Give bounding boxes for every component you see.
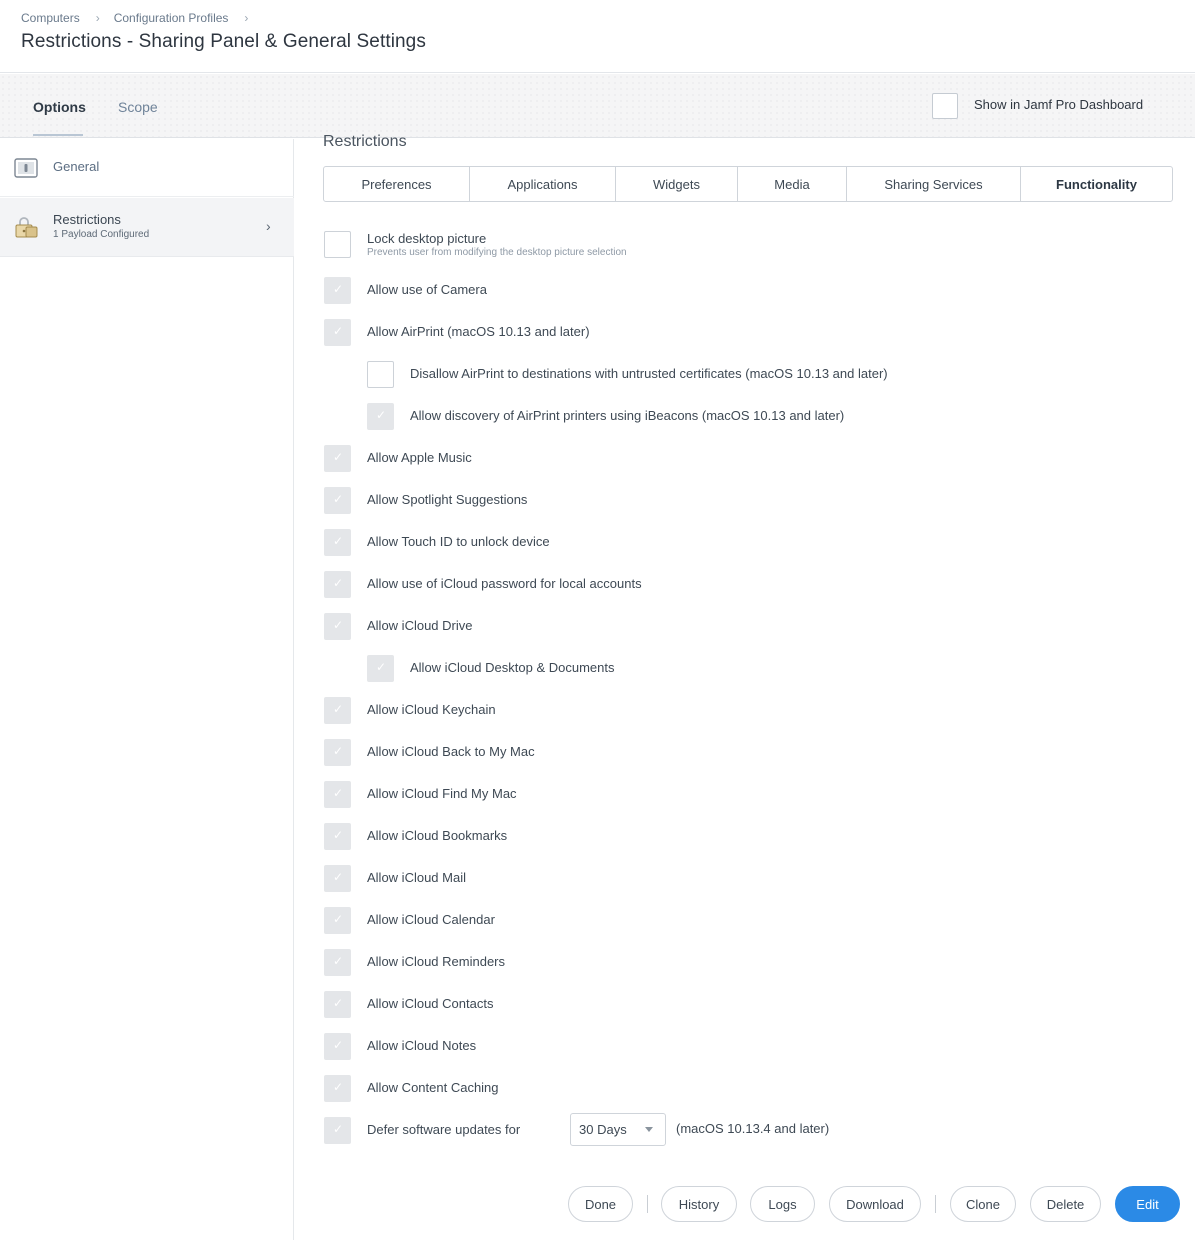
option-label: Lock desktop picture xyxy=(367,231,487,246)
sidebar-item-label: Restrictions xyxy=(53,212,121,227)
breadcrumb-separator-icon: › xyxy=(95,11,100,25)
subtab-functionality[interactable]: Functionality xyxy=(1021,167,1172,201)
checkbox[interactable] xyxy=(324,907,351,934)
checkbox[interactable] xyxy=(324,319,351,346)
logs-button[interactable]: Logs xyxy=(750,1186,815,1222)
checkbox[interactable] xyxy=(324,529,351,556)
breadcrumb-separator-icon: › xyxy=(244,11,249,25)
general-settings-icon xyxy=(14,158,38,178)
option-label: Allow Touch ID to unlock device xyxy=(367,534,550,549)
option-note: (macOS 10.13.4 and later) xyxy=(676,1121,830,1136)
option-label: Allow use of iCloud password for local a… xyxy=(367,576,642,591)
checkbox[interactable] xyxy=(324,991,351,1018)
sidebar: General Restrictions 1 Payload Configure… xyxy=(0,139,294,1240)
tab-options[interactable]: Options xyxy=(33,99,86,115)
option-label: Allow iCloud Calendar xyxy=(367,912,495,927)
caret-down-icon xyxy=(645,1127,653,1132)
checkbox[interactable] xyxy=(324,571,351,598)
checkbox[interactable] xyxy=(324,781,351,808)
checkbox[interactable] xyxy=(324,823,351,850)
option-label: Allow use of Camera xyxy=(367,282,487,297)
main-content: Restrictions Preferences Applications Wi… xyxy=(295,133,1195,1179)
checkbox[interactable] xyxy=(324,1033,351,1060)
option-label: Allow iCloud Reminders xyxy=(367,954,505,969)
active-tab-indicator xyxy=(33,134,83,136)
checkbox[interactable] xyxy=(367,361,394,388)
option-label: Allow AirPrint (macOS 10.13 and later) xyxy=(367,324,590,339)
select-value: 30 Days xyxy=(579,1122,627,1137)
option-label: Disallow AirPrint to destinations with u… xyxy=(410,366,888,381)
option-label: Defer software updates for xyxy=(367,1122,521,1137)
option-label: Allow Apple Music xyxy=(367,450,472,465)
checkbox[interactable] xyxy=(367,403,394,430)
clone-button[interactable]: Clone xyxy=(950,1186,1016,1222)
subtab-media[interactable]: Media xyxy=(738,167,847,201)
checkbox[interactable] xyxy=(324,949,351,976)
restriction-subtabs: Preferences Applications Widgets Media S… xyxy=(323,166,1173,202)
tab-scope[interactable]: Scope xyxy=(118,99,158,115)
payload-count: 1 Payload Configured xyxy=(53,229,150,240)
sidebar-item-general[interactable]: General xyxy=(0,139,294,197)
divider xyxy=(935,1195,936,1213)
section-title: Restrictions xyxy=(323,133,407,150)
subtab-widgets[interactable]: Widgets xyxy=(616,167,738,201)
option-label: Allow iCloud Drive xyxy=(367,618,473,633)
history-button[interactable]: History xyxy=(661,1186,737,1222)
edit-button[interactable]: Edit xyxy=(1115,1186,1180,1222)
option-description: Prevents user from modifying the desktop… xyxy=(367,247,627,258)
subtab-applications[interactable]: Applications xyxy=(470,167,616,201)
checkbox[interactable] xyxy=(324,613,351,640)
lock-icon xyxy=(15,217,38,238)
option-label: Allow iCloud Desktop & Documents xyxy=(410,660,615,675)
delete-button[interactable]: Delete xyxy=(1030,1186,1101,1222)
option-label: Allow Spotlight Suggestions xyxy=(367,492,528,507)
chevron-right-icon: › xyxy=(266,218,271,234)
page-header: Computers › Configuration Profiles › Res… xyxy=(0,0,1195,73)
checkbox[interactable] xyxy=(324,739,351,766)
option-label: Allow iCloud Contacts xyxy=(367,996,494,1011)
done-button[interactable]: Done xyxy=(568,1186,633,1222)
page-title: Restrictions - Sharing Panel & General S… xyxy=(21,31,426,52)
sidebar-item-restrictions[interactable]: Restrictions 1 Payload Configured › xyxy=(0,198,294,257)
checkbox[interactable] xyxy=(324,487,351,514)
option-label: Allow Content Caching xyxy=(367,1080,499,1095)
checkbox[interactable] xyxy=(324,445,351,472)
checkbox[interactable] xyxy=(367,655,394,682)
checkbox[interactable] xyxy=(324,1117,351,1144)
option-label: Allow iCloud Keychain xyxy=(367,702,496,717)
breadcrumb: Computers › Configuration Profiles › xyxy=(21,11,262,25)
checkbox[interactable] xyxy=(324,231,351,258)
checkbox[interactable] xyxy=(324,865,351,892)
checkbox[interactable] xyxy=(324,277,351,304)
sidebar-item-label: General xyxy=(53,159,100,174)
breadcrumb-computers[interactable]: Computers xyxy=(21,11,80,25)
subtab-sharing-services[interactable]: Sharing Services xyxy=(847,167,1021,201)
divider xyxy=(647,1195,648,1213)
option-label: Allow iCloud Mail xyxy=(367,870,466,885)
option-label: Allow iCloud Find My Mac xyxy=(367,786,517,801)
option-label: Allow discovery of AirPrint printers usi… xyxy=(410,408,845,423)
show-in-dashboard-checkbox[interactable] xyxy=(932,93,958,119)
checkbox[interactable] xyxy=(324,697,351,724)
defer-period-select[interactable]: 30 Days xyxy=(570,1113,666,1146)
option-label: Allow iCloud Bookmarks xyxy=(367,828,508,843)
footer-actions: Done History Logs Download Clone Delete … xyxy=(0,1180,1195,1240)
option-label: Allow iCloud Notes xyxy=(367,1038,477,1053)
option-label: Allow iCloud Back to My Mac xyxy=(367,744,535,759)
subtab-preferences[interactable]: Preferences xyxy=(324,167,470,201)
download-button[interactable]: Download xyxy=(829,1186,921,1222)
breadcrumb-configuration-profiles[interactable]: Configuration Profiles xyxy=(114,11,229,25)
show-in-dashboard-label: Show in Jamf Pro Dashboard xyxy=(974,97,1144,112)
checkbox[interactable] xyxy=(324,1075,351,1102)
